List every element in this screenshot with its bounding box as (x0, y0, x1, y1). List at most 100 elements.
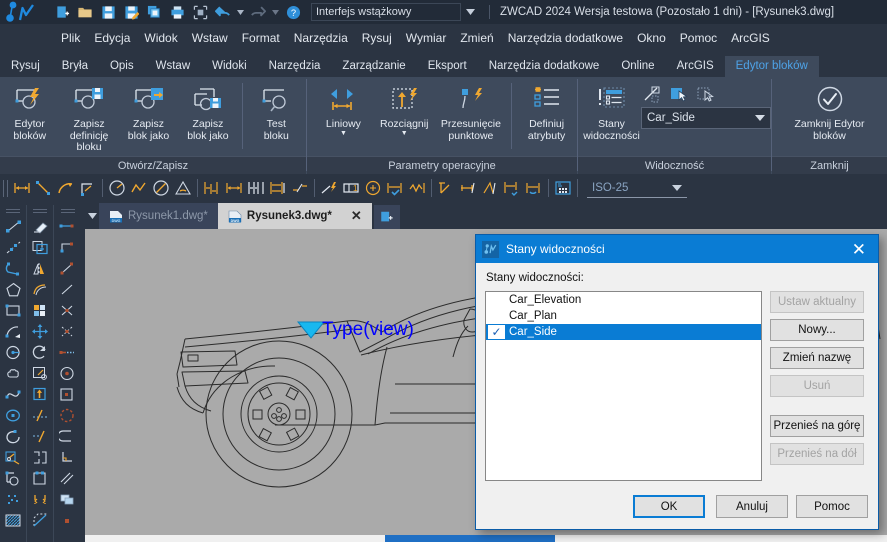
dim-inspect-icon[interactable] (384, 177, 406, 199)
rename-button[interactable]: Zmień nazwę (770, 347, 864, 369)
menu-item-widok[interactable]: Widok (137, 27, 184, 49)
snap-center-icon[interactable] (56, 363, 80, 384)
snap-none-icon[interactable] (56, 510, 80, 531)
arc-icon[interactable] (1, 321, 25, 342)
modify-toolbar-grip[interactable] (33, 209, 47, 213)
save-block-definition-button[interactable]: Zapisz definicję bloku (59, 81, 118, 154)
copy-icon[interactable] (144, 2, 164, 22)
new-document-tab-button[interactable] (373, 205, 400, 229)
dialog-close-icon[interactable]: ✕ (846, 241, 872, 258)
snap-apparent-icon[interactable] (56, 321, 80, 342)
snap-parallel-icon[interactable] (56, 468, 80, 489)
snap-nearest-icon[interactable] (56, 258, 80, 279)
dim-aligned-icon[interactable] (33, 177, 55, 199)
dim-baseline-icon[interactable] (201, 177, 223, 199)
draw-toolbar-grip[interactable] (6, 209, 20, 213)
scrollbar-thumb[interactable] (385, 535, 555, 542)
list-item[interactable]: ✓ Car_Side (486, 324, 761, 340)
doc-tab-rysunek1[interactable]: DWG Rysunek1.dwg* (99, 203, 218, 229)
construction-line-icon[interactable] (1, 237, 25, 258)
make-visible-icon[interactable] (670, 85, 688, 103)
scale-icon[interactable] (28, 363, 52, 384)
osnap-toolbar-grip[interactable] (60, 209, 75, 213)
toolbar-grip[interactable] (2, 178, 9, 198)
save-block-copy-button[interactable]: Zapisz blok jako (178, 81, 237, 142)
quick-access-toolbar[interactable]: ? (42, 0, 303, 24)
move-icon[interactable] (28, 321, 52, 342)
redo-dropdown-icon[interactable] (271, 2, 280, 22)
polyline-icon[interactable] (1, 258, 25, 279)
move-down-button[interactable]: Przenieś na dół (770, 443, 864, 465)
visibility-mode-icon[interactable] (697, 85, 715, 103)
ribbon-tab-narzedzia[interactable]: Narzędzia (258, 56, 332, 77)
ribbon-tab-eksport[interactable]: Eksport (417, 56, 478, 77)
snap-quadrant-icon[interactable] (56, 405, 80, 426)
dimstyle-chevron-down-icon[interactable] (672, 182, 682, 194)
ribbon-tab-narzedzia-dodatkowe[interactable]: Narzędzia dodatkowe (478, 56, 611, 77)
open-folder-icon[interactable] (75, 2, 95, 22)
new-icon[interactable] (52, 2, 72, 22)
dimension-style-combo[interactable]: ISO-25 (587, 178, 687, 198)
dimstyle-manager-icon[interactable] (552, 177, 574, 199)
plot-preview-icon[interactable] (190, 2, 210, 22)
dim-radius-icon[interactable] (106, 177, 128, 199)
spline-icon[interactable] (1, 384, 25, 405)
dim-diameter-icon[interactable] (150, 177, 172, 199)
doc-tab-rysunek3[interactable]: DWG Rysunek3.dwg* ✕ (217, 203, 372, 229)
block-editor-button[interactable]: Edytor bloków (0, 81, 59, 142)
save-icon[interactable] (98, 2, 118, 22)
snap-extension-icon[interactable] (56, 342, 80, 363)
menu-item-format[interactable]: Format (235, 27, 287, 49)
dim-oblique-icon[interactable] (479, 177, 501, 199)
break-icon[interactable] (28, 468, 52, 489)
close-icon[interactable]: ✕ (351, 208, 362, 224)
print-icon[interactable] (167, 2, 187, 22)
ribbon-tab-opis[interactable]: Opis (99, 56, 145, 77)
dim-space-icon[interactable] (267, 177, 289, 199)
ok-button[interactable]: OK (633, 495, 705, 518)
rectangle-icon[interactable] (1, 300, 25, 321)
extend-icon[interactable] (28, 426, 52, 447)
delete-button[interactable]: Usuń (770, 375, 864, 397)
snap-insert-icon[interactable] (56, 384, 80, 405)
leader-icon[interactable] (318, 177, 340, 199)
chamfer-icon[interactable] (28, 510, 52, 531)
stretch-icon[interactable] (28, 384, 52, 405)
erase-icon[interactable] (28, 216, 52, 237)
menu-item-rysuj[interactable]: Rysuj (355, 27, 399, 49)
document-tab-dropdown-icon[interactable] (85, 203, 99, 229)
dim-arc-icon[interactable] (55, 177, 77, 199)
ellipse-arc-icon[interactable] (1, 426, 25, 447)
menu-item-pomoc[interactable]: Pomoc (673, 27, 724, 49)
list-item[interactable]: Car_Elevation (486, 292, 761, 308)
dim-angular-icon[interactable] (172, 177, 194, 199)
center-mark-icon[interactable] (362, 177, 384, 199)
ribbon-tab-widoki[interactable]: Widoki (201, 56, 258, 77)
mirror-icon[interactable] (28, 258, 52, 279)
save-block-as-button[interactable]: Zapisz blok jako (119, 81, 178, 142)
interface-combo[interactable]: Interfejs wstążkowy (311, 3, 461, 21)
point-move-button[interactable]: Przesunięcie punktowe (435, 81, 508, 142)
visibility-combo-chevron-down-icon[interactable] (755, 112, 765, 124)
dim-jogged-icon[interactable] (128, 177, 150, 199)
offset-icon[interactable] (28, 279, 52, 300)
make-block-icon[interactable] (1, 468, 25, 489)
linear-chevron-down-icon[interactable]: ▼ (340, 130, 347, 137)
snap-perpendicular-icon[interactable] (56, 447, 80, 468)
list-item[interactable]: Car_Plan (486, 308, 761, 324)
ribbon-tab-edytor-blokow[interactable]: Edytor bloków (724, 56, 819, 77)
dim-break-icon[interactable] (289, 177, 311, 199)
dim-update-icon[interactable] (501, 177, 523, 199)
test-block-button[interactable]: Test bloku (247, 81, 306, 142)
dim-continue-icon[interactable] (223, 177, 245, 199)
array-icon[interactable] (28, 300, 52, 321)
save-as-icon[interactable] (121, 2, 141, 22)
menu-item-edycja[interactable]: Edycja (87, 27, 137, 49)
join-icon[interactable] (28, 489, 52, 510)
visibility-states-list[interactable]: Car_Elevation Car_Plan ✓ Car_Side (485, 291, 762, 481)
copy-icon[interactable] (28, 237, 52, 258)
trim-icon[interactable] (28, 405, 52, 426)
close-block-editor-button[interactable]: Zamknij Edytor bloków (778, 81, 882, 142)
circle-icon[interactable] (1, 342, 25, 363)
set-current-button[interactable]: Ustaw aktualny (770, 291, 864, 313)
